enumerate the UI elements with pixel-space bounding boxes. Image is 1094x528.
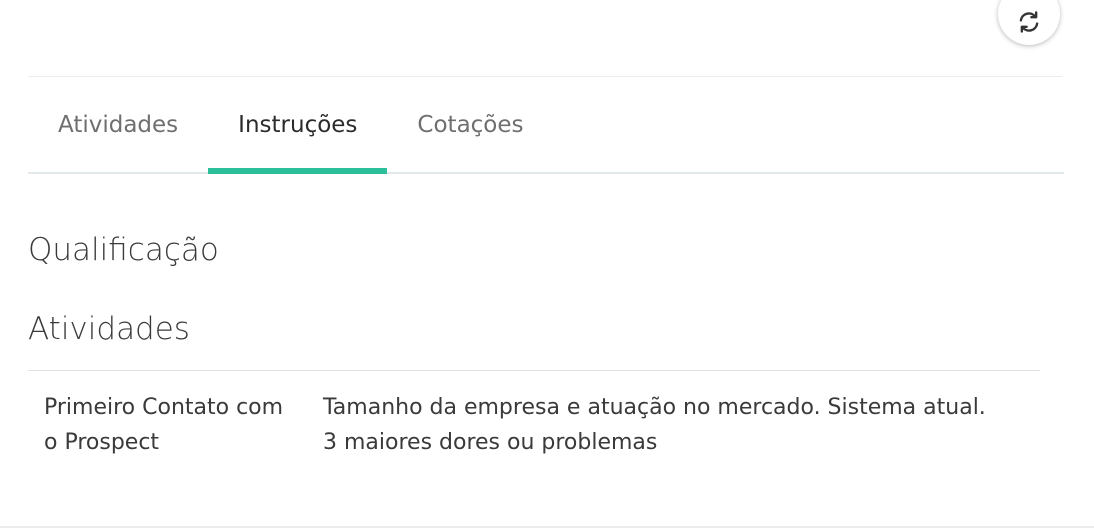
refresh-button[interactable]: [998, 0, 1060, 45]
tab-label: Atividades: [58, 112, 179, 138]
table-row: Primeiro Contato com o Prospect Tamanho …: [28, 390, 1040, 460]
table-divider: [28, 370, 1040, 371]
tab-atividades[interactable]: Atividades: [28, 78, 208, 172]
activity-description: Tamanho da empresa e atuação no mercado.…: [323, 395, 986, 455]
refresh-icon: [1019, 11, 1039, 33]
instructions-page: Atividades Instruções Cotações Qualifica…: [0, 0, 1094, 528]
header-divider: [28, 76, 1062, 77]
tab-cotacoes[interactable]: Cotações: [387, 78, 553, 172]
section-title: Qualificação: [28, 232, 219, 268]
activities-title: Atividades: [28, 311, 190, 347]
tab-instrucoes[interactable]: Instruções: [208, 78, 388, 174]
activity-name: Primeiro Contato com o Prospect: [44, 395, 284, 455]
tab-label: Instruções: [238, 112, 358, 138]
tab-label: Cotações: [417, 112, 524, 138]
tab-bar: Atividades Instruções Cotações: [28, 78, 1064, 174]
